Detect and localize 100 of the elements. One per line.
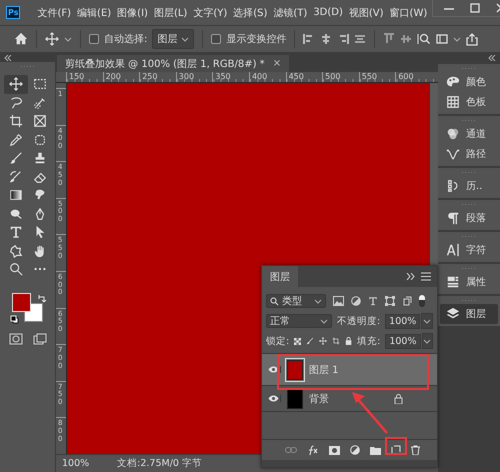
app-logo[interactable]: Ps bbox=[6, 6, 20, 19]
properties-icon bbox=[446, 275, 460, 289]
align-right-icon[interactable] bbox=[337, 33, 350, 45]
fill-dropdown-button[interactable] bbox=[422, 333, 433, 349]
align-top-icon[interactable] bbox=[383, 33, 396, 45]
checkbox[interactable] bbox=[211, 34, 222, 44]
menu-item[interactable]: 滤镜(T) bbox=[272, 6, 308, 20]
document-info: 文档:2.75M/0 字节 bbox=[117, 457, 202, 470]
ruler-label: 400 bbox=[248, 72, 286, 82]
menu-item[interactable]: 编辑(E) bbox=[76, 6, 112, 20]
lock-icon[interactable] bbox=[394, 394, 403, 404]
fill-field[interactable]: 100% bbox=[385, 334, 421, 348]
caret-icon[interactable] bbox=[453, 35, 462, 43]
menu-item[interactable]: 文件(F) bbox=[36, 6, 72, 20]
align-center-icon[interactable] bbox=[320, 33, 332, 45]
crop-icon bbox=[8, 114, 22, 128]
document-tab[interactable]: 剪纸叠加效果 @ 100% (图层 1, RGB/8#) * × bbox=[57, 55, 290, 72]
menu-item[interactable]: 3D(D) bbox=[312, 7, 344, 18]
menu-item[interactable]: 选择(S) bbox=[232, 6, 268, 20]
filter-dropdown[interactable]: 类型 bbox=[266, 294, 326, 308]
move-icon[interactable] bbox=[45, 32, 59, 46]
distribute-icon[interactable] bbox=[354, 33, 366, 45]
workspace-icon[interactable] bbox=[436, 33, 448, 45]
path-icon bbox=[446, 147, 460, 161]
menu-icon[interactable] bbox=[421, 272, 431, 281]
checkbox[interactable] bbox=[89, 34, 99, 44]
opacity-dropdown-button[interactable] bbox=[421, 313, 433, 329]
default-colors-icon[interactable] bbox=[10, 314, 18, 324]
swatches-icon bbox=[446, 95, 460, 109]
home-icon[interactable] bbox=[14, 32, 28, 46]
menu-item[interactable]: 图像(I) bbox=[116, 6, 149, 20]
move-icon bbox=[8, 77, 22, 92]
smart-object-icon[interactable] bbox=[402, 296, 412, 306]
type-icon[interactable] bbox=[368, 296, 378, 306]
patch-icon bbox=[32, 132, 46, 147]
adjustment-icon[interactable] bbox=[350, 445, 360, 455]
menu-item[interactable]: 文字(Y) bbox=[192, 6, 228, 20]
eye-icon[interactable] bbox=[268, 395, 278, 402]
collapse-icon[interactable] bbox=[406, 273, 415, 280]
caret-icon bbox=[314, 297, 322, 305]
trash-icon[interactable] bbox=[411, 445, 420, 455]
lock-pixels-icon[interactable] bbox=[294, 336, 302, 346]
menu-item[interactable]: 视图(V) bbox=[348, 6, 385, 20]
opacity-field[interactable]: 100% bbox=[385, 314, 420, 328]
panel-button[interactable]: 属性 bbox=[440, 272, 498, 292]
scrollbar[interactable] bbox=[262, 460, 437, 467]
panel-button[interactable]: 段落 bbox=[440, 208, 498, 228]
caret-icon[interactable] bbox=[64, 35, 72, 43]
color-swatches[interactable] bbox=[12, 292, 44, 322]
adjustment-icon[interactable] bbox=[351, 296, 361, 306]
mask-icon[interactable] bbox=[329, 446, 340, 454]
layers-icon bbox=[446, 307, 460, 321]
layer-dropdown[interactable]: 图层 bbox=[152, 29, 194, 49]
maximize-icon[interactable] bbox=[469, 3, 482, 13]
panel-button[interactable]: 字符 bbox=[440, 240, 498, 260]
highlight-frame bbox=[385, 437, 407, 455]
checkbox-label: 自动选择: bbox=[104, 32, 148, 46]
menu-item[interactable]: 图层(L) bbox=[152, 6, 188, 20]
search-icon bbox=[270, 296, 279, 306]
panel-tab[interactable]: 图层 bbox=[262, 266, 298, 287]
close-tab-button[interactable]: × bbox=[272, 58, 282, 69]
collapse-icon[interactable] bbox=[4, 54, 12, 60]
brush-icon[interactable] bbox=[306, 336, 314, 346]
quick-mask-icon[interactable] bbox=[8, 332, 22, 344]
dodge-icon bbox=[8, 206, 22, 221]
layer-name: 背景 bbox=[309, 392, 330, 406]
layer-row[interactable]: 背景 bbox=[262, 386, 437, 412]
new-layer-icon[interactable] bbox=[391, 445, 401, 455]
menu-item[interactable]: 窗口(W) bbox=[388, 6, 428, 20]
opacity-label: 不透明度: bbox=[336, 314, 380, 328]
blend-mode-dropdown[interactable]: 正常 bbox=[266, 314, 332, 328]
lock-icon[interactable] bbox=[345, 336, 352, 346]
layer-row[interactable]: 图层 1 bbox=[262, 354, 437, 386]
panel-button[interactable]: 路径 bbox=[440, 144, 498, 164]
swap-icon[interactable] bbox=[38, 294, 46, 302]
type-icon bbox=[8, 225, 22, 240]
gradient-icon bbox=[8, 188, 22, 202]
search-icon[interactable] bbox=[417, 33, 432, 45]
effects-icon[interactable] bbox=[307, 444, 319, 456]
zoom-level[interactable]: 100% bbox=[62, 458, 90, 469]
panel-button[interactable]: 颜色 bbox=[440, 72, 498, 92]
panel-button[interactable]: 色板 bbox=[440, 92, 498, 112]
hand-icon bbox=[32, 244, 46, 258]
eye-icon[interactable] bbox=[268, 366, 278, 373]
shape-icon bbox=[8, 244, 22, 258]
filter-toggle[interactable] bbox=[419, 295, 425, 307]
collapse-icon[interactable] bbox=[488, 54, 496, 60]
align-middle-icon[interactable] bbox=[400, 33, 412, 45]
eyedropper-icon bbox=[8, 132, 22, 147]
screen-mode-icon[interactable] bbox=[32, 332, 46, 344]
image-icon[interactable] bbox=[333, 296, 344, 306]
panel-button[interactable]: 历.. bbox=[440, 176, 498, 196]
share-icon[interactable] bbox=[466, 32, 478, 46]
panel-button[interactable]: 通道 bbox=[440, 124, 498, 144]
artboard-icon[interactable] bbox=[332, 336, 340, 346]
transform-icon[interactable] bbox=[385, 296, 395, 306]
panel-button[interactable]: 图层 bbox=[440, 304, 498, 324]
checkbox-label: 显示变换控件 bbox=[226, 32, 286, 46]
move-icon[interactable] bbox=[319, 336, 328, 346]
tool-button[interactable] bbox=[4, 75, 28, 94]
